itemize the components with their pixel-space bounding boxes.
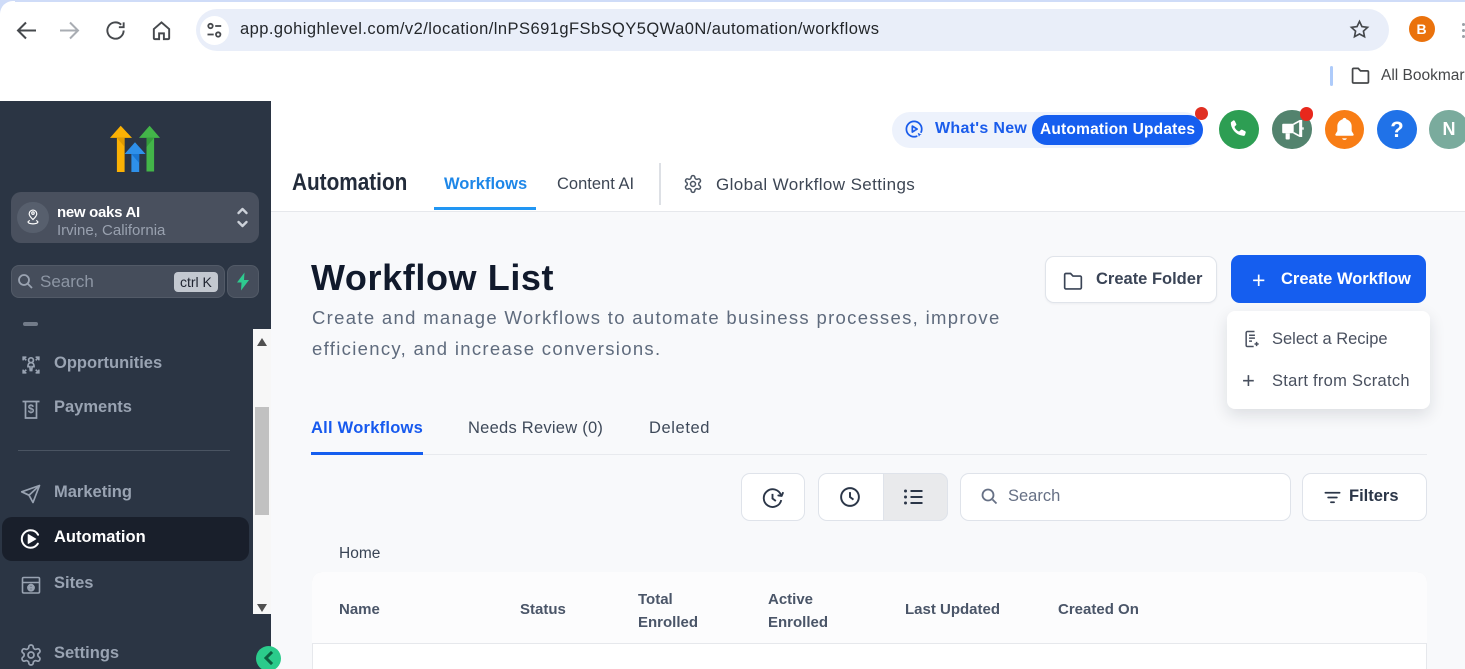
svg-text:$: $ — [28, 404, 35, 416]
